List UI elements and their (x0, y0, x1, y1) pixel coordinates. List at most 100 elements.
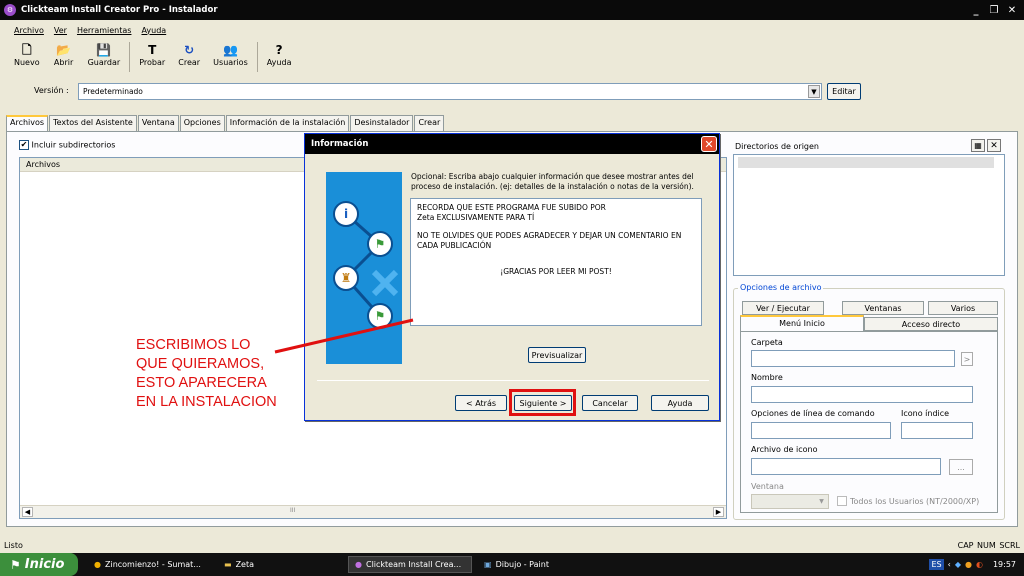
window-title: Clickteam Install Creator Pro - Instalad… (21, 5, 218, 15)
all-users-option[interactable]: Todos los Usuarios (NT/2000/XP) (837, 496, 979, 506)
source-dirs-list[interactable] (733, 154, 1005, 276)
save-button[interactable]: 💾 Guardar (82, 40, 127, 74)
menu-ver[interactable]: Ver (54, 26, 67, 35)
help-icon: ? (275, 43, 283, 57)
annotation-text: ESCRIBIMOS LO QUE QUIERAMOS, ESTO APAREC… (136, 337, 277, 410)
menu-ayuda[interactable]: Ayuda (141, 26, 166, 35)
file-options-panel: Carpeta > Nombre Opciones de línea de co… (740, 331, 998, 513)
back-button[interactable]: < Atrás (455, 395, 507, 411)
paint-icon: ▣ (484, 560, 492, 569)
edit-button[interactable]: Editar (827, 83, 861, 100)
task-clickteam[interactable]: ● Clickteam Install Crea... (348, 556, 472, 573)
dialog-help-button[interactable]: Ayuda (651, 395, 709, 411)
open-button[interactable]: 📂 Abrir (46, 40, 82, 74)
tab-ver-ejecutar[interactable]: Ver / Ejecutar (742, 301, 824, 315)
icon-file-label: Archivo de icono (751, 445, 818, 454)
test-icon: T (148, 43, 157, 57)
browser-icon: ● (94, 560, 101, 569)
main-tabs: Archivos Textos del Asistente Ventana Op… (6, 115, 445, 132)
dialog-title: Información (311, 139, 369, 149)
tab-acceso-directo[interactable]: Acceso directo (864, 317, 998, 331)
remove-folder-icon[interactable]: ✕ (987, 139, 1001, 152)
task-zeta-folder[interactable]: ▬ Zeta (218, 556, 342, 573)
windows-logo-icon: ⚑ (10, 557, 21, 572)
network-icon[interactable]: ◆ (955, 560, 961, 569)
dialog-description: Opcional: Escriba abajo cualquier inform… (411, 172, 694, 191)
help-button[interactable]: ? Ayuda (261, 40, 298, 74)
users-button[interactable]: 👥 Usuarios (207, 40, 254, 74)
tab-opciones[interactable]: Opciones (179, 115, 225, 131)
preview-button[interactable]: Previsualizar (528, 347, 586, 363)
installer-icon: ♜ (333, 265, 359, 291)
include-subdirs-checkbox[interactable]: ✔ (19, 140, 29, 150)
tab-menu-inicio[interactable]: Menú Inicio (740, 315, 864, 331)
tab-desinstalador[interactable]: Desinstalador (350, 115, 414, 131)
language-indicator[interactable]: ES (929, 559, 944, 570)
app-icon: ● (355, 560, 362, 569)
task-paint[interactable]: ▣ Dibujo - Paint (478, 556, 602, 573)
menu-archivo[interactable]: Archivo (14, 26, 44, 35)
tab-informacion[interactable]: Información de la instalación (225, 115, 350, 131)
information-dialog: Información ✕ i ⚑ ♜ ⚑ Opcional: Escriba … (304, 133, 720, 421)
ventana-select[interactable]: ▼ (751, 494, 829, 509)
cmdline-input[interactable] (751, 422, 891, 439)
icon-index-label: Icono índice (901, 409, 950, 418)
nombre-input[interactable] (751, 386, 973, 403)
system-tray: ES ‹ ◆ ● ◐ 19:57 (921, 553, 1024, 576)
tab-textos[interactable]: Textos del Asistente (49, 115, 137, 131)
test-button[interactable]: T Probar (133, 40, 171, 74)
maximize-button[interactable]: ❐ (986, 3, 1002, 17)
new-file-icon: 🗋 (21, 43, 32, 57)
add-folder-icon[interactable]: ▦ (971, 139, 985, 152)
nombre-label: Nombre (751, 373, 783, 382)
menu-bar: Archivo Ver Herramientas Ayuda (0, 21, 1024, 39)
toolbar-separator (256, 42, 258, 72)
status-text: Listo (4, 541, 23, 550)
users-icon: 👥 (222, 43, 238, 57)
info-icon: i (333, 201, 359, 227)
tray-arrow-icon[interactable]: ‹ (948, 560, 951, 569)
clock: 19:57 (992, 560, 1016, 569)
tab-ventana[interactable]: Ventana (137, 115, 179, 131)
icon-index-input[interactable] (901, 422, 973, 439)
carpeta-arrow-button[interactable]: > (961, 352, 973, 366)
task-browser[interactable]: ● Zincomienzo! - Sumat... (88, 556, 212, 573)
browse-icon-button[interactable]: ... (949, 459, 973, 475)
icon-file-input[interactable] (751, 458, 941, 475)
include-subdirs-option[interactable]: ✔ Incluir subdirectorios (19, 140, 115, 150)
version-row: Versión : Predeterminado ▼ Editar (0, 82, 1024, 102)
tab-ventanas[interactable]: Ventanas (842, 301, 924, 315)
build-button[interactable]: ↻ Crear (171, 40, 207, 74)
annotation-arrow (274, 318, 414, 354)
tab-archivos[interactable]: Archivos (6, 115, 49, 132)
new-button[interactable]: 🗋 Nuevo (8, 40, 46, 74)
toolbar: 🗋 Nuevo 📂 Abrir 💾 Guardar T Probar ↻ Crear 👥 U… (8, 40, 297, 74)
status-indicators: CAP NUM SCRL (957, 541, 1020, 550)
cancel-button[interactable]: Cancelar (582, 395, 638, 411)
highlight-box (509, 389, 576, 416)
volume-icon[interactable]: ◐ (976, 560, 983, 569)
open-folder-icon: 📂 (56, 43, 72, 57)
tray-app-icon[interactable]: ● (965, 560, 972, 569)
close-button[interactable]: ✕ (1004, 3, 1020, 17)
menu-herramientas[interactable]: Herramientas (77, 26, 132, 35)
source-dirs-label: Directorios de origen (735, 142, 819, 151)
dialog-divider (317, 380, 709, 381)
chevron-down-icon[interactable]: ▼ (808, 85, 820, 98)
tab-varios[interactable]: Varios (928, 301, 998, 315)
carpeta-input[interactable] (751, 350, 955, 367)
scroll-left-icon[interactable]: ◀ (22, 507, 33, 517)
source-dir-item[interactable] (738, 157, 994, 168)
title-bar: ⚙ Clickteam Install Creator Pro - Instal… (0, 0, 1024, 20)
status-bar: Listo CAP NUM SCRL (0, 538, 1024, 552)
scroll-grip: III (290, 507, 296, 514)
all-users-checkbox[interactable] (837, 496, 847, 506)
scroll-right-icon[interactable]: ▶ (713, 507, 724, 517)
minimize-button[interactable]: _ (968, 3, 984, 17)
tab-crear[interactable]: Crear (414, 115, 445, 131)
version-select[interactable]: Predeterminado ▼ (78, 83, 822, 100)
info-text-area[interactable]: RECORDA QUE ESTE PROGRAMA FUE SUBIDO POR… (410, 198, 702, 326)
dialog-close-icon[interactable]: ✕ (701, 136, 717, 152)
start-button[interactable]: ⚑ Inicio (0, 553, 78, 576)
horizontal-scrollbar[interactable]: ◀ III ▶ (20, 505, 726, 518)
